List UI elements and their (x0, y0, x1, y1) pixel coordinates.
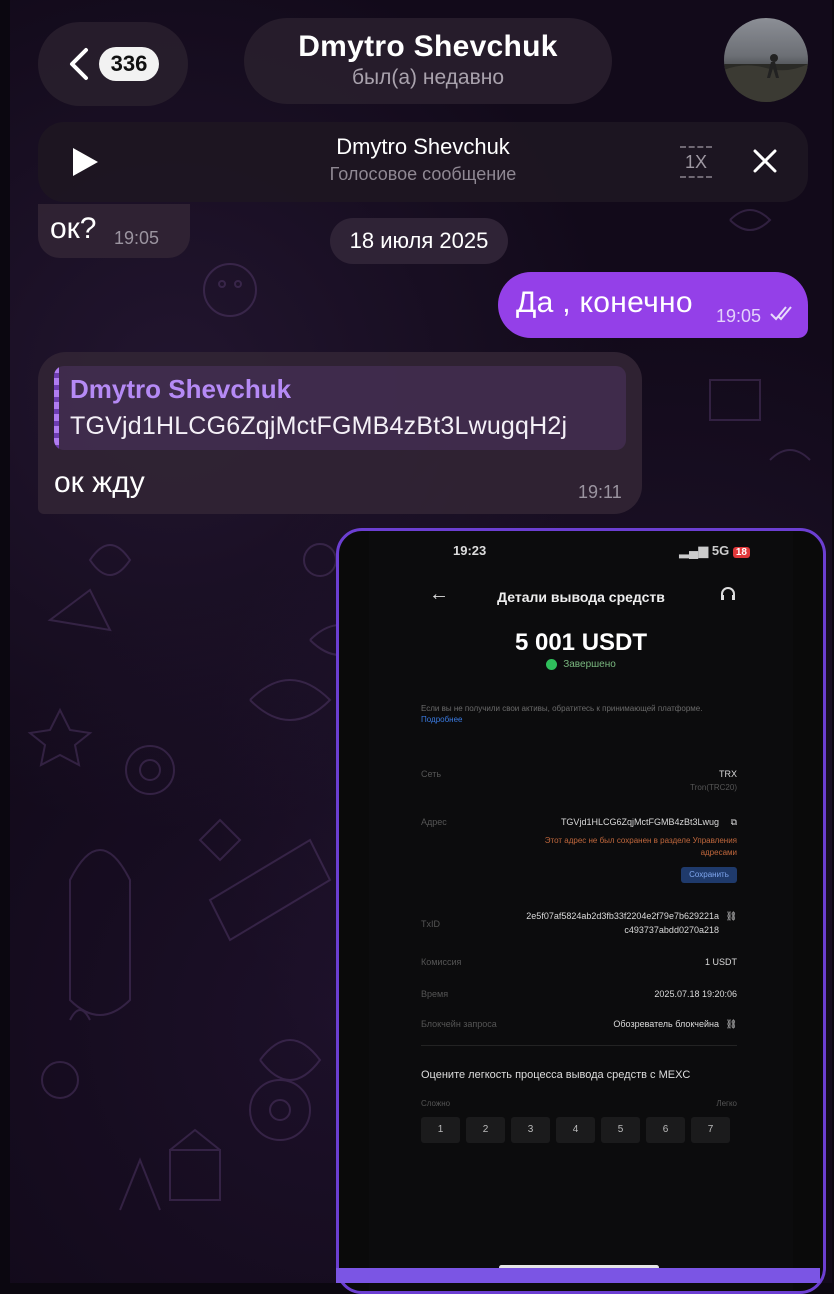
screenshot-content: 19:23 ▂▄▆ 5G 18 ← Детали вывода средств … (369, 531, 793, 1291)
row-label: Сеть (421, 769, 442, 779)
image-message[interactable]: 19:23 ▂▄▆ 5G 18 ← Детали вывода средств … (336, 528, 826, 1294)
rate-option: 1 (421, 1117, 460, 1143)
row-subvalue: Tron(TRC20) (690, 783, 737, 792)
message-text: Да , конечно (516, 286, 693, 319)
rate-question: Оцените легкость процесса вывода средств… (421, 1069, 691, 1081)
row-value: 2e5f07af5824ab2d3fb33f2204e2f79e7b629221… (526, 911, 719, 921)
contact-name: Dmytro Shevchuk (298, 30, 558, 63)
rate-scale: 1 2 3 4 5 6 7 (421, 1117, 730, 1143)
row-explorer: Блокчейн запроса Обозреватель блокчейна … (421, 1019, 737, 1029)
row-address: Адрес TGVjd1HLCG6ZqjMctFGMB4zBt3Lwug ⧉ (421, 817, 737, 827)
rate-option: 4 (556, 1117, 595, 1143)
message-time: 19:05 (114, 228, 160, 248)
divider (421, 1045, 737, 1046)
double-check-icon (770, 306, 792, 321)
rate-option: 6 (646, 1117, 685, 1143)
copy-icon: ⧉ (730, 817, 737, 827)
row-value: TRX (719, 769, 737, 779)
row-value: TGVjd1HLCG6ZqjMctFGMB4zBt3Lwug (560, 817, 719, 827)
reply-stripe (54, 366, 59, 450)
row-label: Комиссия (421, 957, 462, 967)
row-time: Время 2025.07.18 19:20:06 (421, 989, 737, 999)
chevron-left-icon (69, 48, 88, 80)
row-value-2: c493737abdd0270a218 (624, 925, 719, 935)
row-value: Обозреватель блокчейна (613, 1019, 719, 1029)
rate-option: 7 (691, 1117, 730, 1143)
voice-message-player[interactable]: Dmytro Shevchuk Голосовое сообщение 1X (38, 122, 808, 202)
message-incoming-reply[interactable]: Dmytro Shevchuk TGVjd1HLCG6ZqjMctFGMB4zB… (38, 352, 642, 514)
contact-status: был(а) недавно (351, 66, 505, 89)
rate-low-label: Сложно (421, 1099, 451, 1108)
rate-high-label: Легко (716, 1099, 737, 1108)
rate-option: 5 (601, 1117, 640, 1143)
withdraw-amount: 5 001 USDT (514, 629, 648, 656)
network-type: 5G (711, 543, 730, 558)
phone-status-bar: 19:23 ▂▄▆ 5G 18 (369, 543, 793, 563)
phone-signal: ▂▄▆ 5G 18 (679, 543, 750, 559)
notice-body: Если вы не получили свои активы, обратит… (421, 704, 703, 713)
message-time: 19:05 (716, 306, 762, 326)
notice-link: Подробнее (421, 715, 463, 724)
message-incoming[interactable]: ок? 19:05 (38, 204, 190, 258)
row-network: Сеть TRX Tron(TRC20) (421, 769, 737, 792)
check-circle-icon (546, 659, 558, 670)
battery-badge: 18 (732, 547, 750, 558)
back-button[interactable]: 336 (38, 22, 188, 106)
avatar[interactable] (724, 18, 808, 102)
row-value: 1 USDT (704, 957, 737, 967)
playback-speed-button[interactable]: 1X (674, 142, 718, 182)
message-text: ок? (50, 212, 97, 245)
row-value: 2025.07.18 19:20:06 (654, 989, 737, 999)
rate-option: 2 (466, 1117, 505, 1143)
headset-icon (721, 587, 735, 600)
message-text: ок жду (54, 466, 145, 499)
avatar-photo (724, 54, 808, 102)
message-time: 19:11 (578, 482, 622, 502)
bottom-strip (336, 1268, 820, 1283)
close-icon[interactable] (752, 148, 778, 174)
address-warning: Этот адрес не был сохранен в разделе Упр… (544, 836, 737, 857)
rate-option: 3 (511, 1117, 550, 1143)
phone-time: 19:23 (453, 543, 487, 558)
row-label: Адрес (421, 817, 447, 827)
message-outgoing[interactable]: Да , конечно 19:05 (498, 272, 808, 338)
row-label: TxID (421, 919, 440, 929)
save-address-button: Сохранить (681, 867, 737, 883)
notice-text: Если вы не получили свои активы, обратит… (421, 703, 741, 725)
row-label: Блокчейн запроса (421, 1019, 497, 1029)
row-fee: Комиссия 1 USDT (421, 957, 737, 967)
status-text: Завершено (563, 659, 616, 671)
rate-scale-labels: Сложно Легко (421, 1099, 737, 1108)
unread-count-badge: 336 (98, 47, 160, 81)
row-label: Время (421, 989, 449, 999)
reply-text: TGVjd1HLCG6ZqjMctFGMB4zBt3LwugqH2j (70, 412, 568, 440)
link-icon: ⛓ (725, 911, 737, 921)
withdraw-status: Завершено (369, 659, 793, 670)
date-separator: 18 июля 2025 (330, 218, 508, 264)
link-icon: ⛓ (725, 1019, 737, 1029)
reply-author: Dmytro Shevchuk (70, 374, 292, 404)
quoted-reply[interactable]: Dmytro Shevchuk TGVjd1HLCG6ZqjMctFGMB4zB… (54, 366, 626, 450)
chat-title[interactable]: Dmytro Shevchuk был(а) недавно (244, 18, 612, 104)
signal-icon: ▂▄▆ (679, 543, 709, 558)
